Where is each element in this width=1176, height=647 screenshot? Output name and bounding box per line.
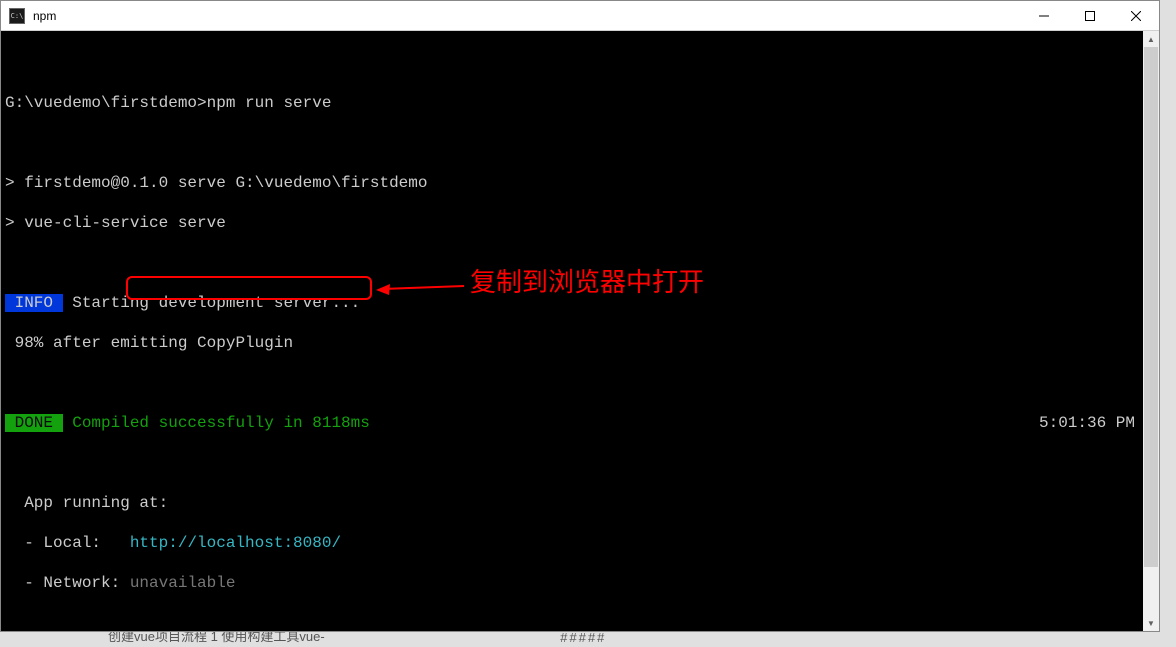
scroll-down-arrow-icon[interactable]: ▼ [1143, 615, 1159, 631]
terminal-output[interactable]: G:\vuedemo\firstdemo>npm run serve > fir… [1, 31, 1159, 631]
window-title: npm [33, 9, 1021, 23]
local-url[interactable]: http://localhost:8080/ [130, 534, 341, 552]
maximize-icon [1085, 11, 1095, 21]
terminal-line [5, 613, 1155, 631]
prompt-line: G:\vuedemo\firstdemo>npm run serve [5, 93, 1155, 113]
running-at-line: App running at: [5, 493, 1155, 513]
window-controls [1021, 1, 1159, 30]
terminal-line [5, 253, 1155, 273]
close-button[interactable] [1113, 1, 1159, 30]
terminal-line [5, 53, 1155, 73]
background-text-2: ##### [560, 630, 606, 645]
script-line: > vue-cli-service serve [5, 213, 1155, 233]
npm-terminal-window: C:\ npm G:\vuedemo\firstdemo>npm run ser… [0, 0, 1160, 632]
cmd-icon: C:\ [9, 8, 25, 24]
scrollbar-thumb[interactable] [1144, 47, 1158, 567]
window-titlebar[interactable]: C:\ npm [1, 1, 1159, 31]
terminal-line [5, 373, 1155, 393]
maximize-button[interactable] [1067, 1, 1113, 30]
compile-timestamp: 5:01:36 PM [1039, 413, 1135, 433]
local-url-line: - Local: http://localhost:8080/ [5, 533, 1155, 553]
done-line: DONE Compiled successfully in 8118ms5:01… [5, 413, 1155, 433]
vertical-scrollbar[interactable]: ▲ ▼ [1143, 31, 1159, 631]
close-icon [1131, 11, 1141, 21]
minimize-button[interactable] [1021, 1, 1067, 30]
network-line: - Network: unavailable [5, 573, 1155, 593]
scroll-up-arrow-icon[interactable]: ▲ [1143, 31, 1159, 47]
minimize-icon [1039, 11, 1049, 21]
terminal-line [5, 133, 1155, 153]
info-line: INFO Starting development server... [5, 293, 1155, 313]
terminal-line [5, 453, 1155, 473]
progress-line: 98% after emitting CopyPlugin [5, 333, 1155, 353]
script-line: > firstdemo@0.1.0 serve G:\vuedemo\first… [5, 173, 1155, 193]
